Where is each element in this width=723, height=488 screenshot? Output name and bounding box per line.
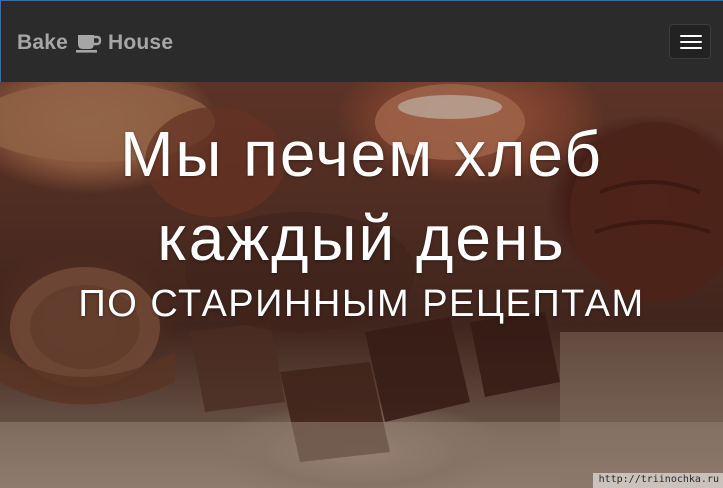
hero-subtitle: ПО СТАРИННЫМ РЕЦЕПТАМ [78, 283, 645, 325]
hero-title-line-2: каждый день [157, 202, 566, 274]
image-watermark: http://triinochka.ru [592, 473, 723, 488]
page: Bake House Мы печем хлеб каждый день ПО … [0, 0, 723, 488]
top-navbar: Bake House [0, 0, 723, 82]
hero-title: Мы печем хлеб каждый день [0, 112, 723, 280]
hamburger-menu-icon [680, 35, 702, 49]
brand-link[interactable]: Bake House [17, 29, 173, 57]
brand-text-bake: Bake [17, 31, 69, 54]
navbar-toggle-button[interactable] [669, 24, 711, 59]
coffee-cup-icon [76, 33, 102, 53]
brand-text-house: House [108, 31, 174, 54]
hero-section: Мы печем хлеб каждый день ПО СТАРИННЫМ Р… [0, 82, 723, 488]
hero-title-line-1: Мы печем хлеб [120, 118, 603, 190]
